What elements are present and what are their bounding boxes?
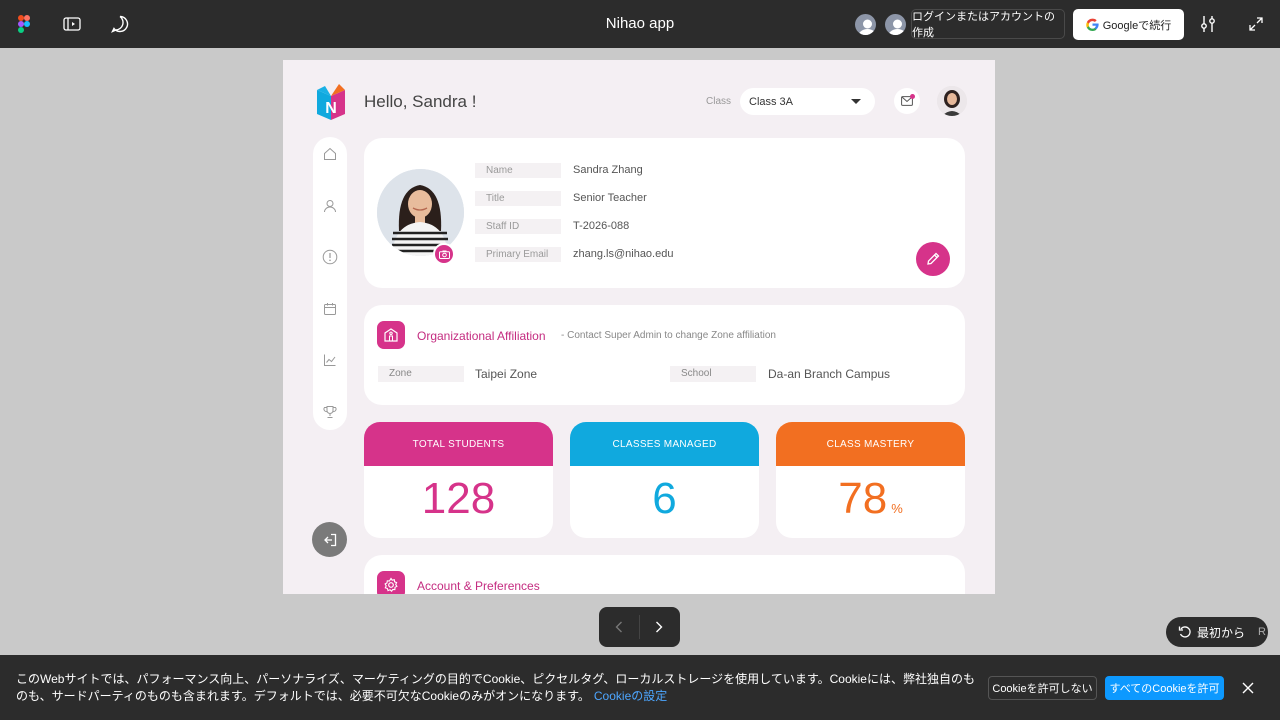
cookie-banner: このWebサイトでは、パフォーマンス向上、パーソナライズ、マーケティングの目的で… [0,655,1280,720]
stat-value-row: 128 [364,474,553,524]
logout-icon [323,533,336,546]
camera-icon [438,250,450,259]
stat-card-total-students: TOTAL STUDENTS 128 [364,422,553,538]
cookie-settings-link[interactable]: Cookieの設定 [594,689,667,703]
google-continue-button[interactable]: Googleで続行 [1073,9,1184,40]
divider [639,615,640,639]
title-label: Title [475,191,561,206]
svg-text:N: N [325,100,337,117]
deny-cookies-button[interactable]: Cookieを許可しない [988,676,1097,700]
change-photo-button[interactable] [433,243,455,265]
account-preferences-card[interactable]: Account & Preferences [364,555,965,594]
gear-icon [377,571,405,594]
restart-icon [1178,626,1191,638]
org-note: - Contact Super Admin to change Zone aff… [561,330,776,341]
settings-sliders-icon[interactable] [1196,12,1220,36]
pencil-icon [927,252,940,265]
stat-value: 78 [838,474,888,523]
zone-label: Zone [378,366,464,382]
stat-value: 6 [652,474,677,523]
avatar[interactable] [883,12,908,37]
login-button[interactable]: ログインまたはアカウントの作成 [911,9,1065,39]
avatar[interactable] [853,12,878,37]
prototype-pager [599,607,680,647]
stat-unit: % [891,501,903,516]
stat-label: CLASS MASTERY [776,422,965,466]
org-affiliation-card: Organizational Affiliation - Contact Sup… [364,305,965,405]
stat-label: CLASSES MANAGED [570,422,759,466]
name-value: Sandra Zhang [573,164,643,176]
chevron-left-icon [615,621,622,633]
figma-logo-icon[interactable] [12,12,36,36]
zone-value: Taipei Zone [475,367,538,381]
allow-cookies-button[interactable]: すべてのCookieを許可 [1105,676,1224,700]
caret-down-icon [851,99,861,104]
building-icon [377,321,405,349]
logout-button[interactable] [312,522,347,557]
next-slide-button[interactable] [639,607,679,647]
user-icon[interactable] [322,198,338,214]
school-value: Da-an Branch Campus [768,367,891,381]
staff-id-value: T-2026-088 [573,220,630,232]
expand-icon[interactable] [1244,12,1268,36]
edit-profile-button[interactable] [916,242,950,276]
school-label: School [670,366,756,382]
top-bar: Nihao app ログインまたはアカウントの作成 Googleで続行 [0,0,1280,48]
nihao-logo-icon: N [315,82,347,120]
profile-card: Name Sandra Zhang Title Senior Teacher S… [364,138,965,288]
google-icon [1086,18,1099,31]
profile-photo [377,169,464,256]
stat-value-row: 78% [776,474,965,524]
prev-slide-button[interactable] [599,607,639,647]
avatar[interactable] [937,86,967,116]
stat-value-row: 6 [570,474,759,524]
org-title: Organizational Affiliation [417,329,546,343]
restart-shortcut: R [1258,626,1266,638]
google-continue-label: Googleで続行 [1102,19,1172,32]
account-title: Account & Preferences [417,579,540,593]
restart-label: 最初から [1197,625,1246,640]
class-select-value: Class 3A [749,95,794,108]
name-label: Name [475,163,561,178]
alert-icon[interactable] [322,249,338,265]
cookie-message: このWebサイトでは、パフォーマンス向上、パーソナライズ、マーケティングの目的で… [16,672,975,703]
mail-button[interactable] [894,88,920,114]
stat-value: 128 [421,474,496,523]
stat-card-classes-managed: CLASSES MANAGED 6 [570,422,759,538]
stat-label: TOTAL STUDENTS [364,422,553,466]
title-value: Senior Teacher [573,192,647,204]
restart-button[interactable]: 最初から R [1166,617,1268,647]
presentation-icon[interactable] [60,12,84,36]
staff-id-label: Staff ID [475,219,561,234]
trophy-icon[interactable] [322,404,338,420]
stat-card-class-mastery: CLASS MASTERY 78% [776,422,965,538]
close-icon[interactable] [1239,679,1257,697]
cookie-text: このWebサイトでは、パフォーマンス向上、パーソナライズ、マーケティングの目的で… [16,671,976,705]
chart-icon[interactable] [322,352,338,368]
app-frame: N Hello, Sandra ! Class Class 3A Name Sa… [283,60,995,594]
class-label: Class [706,96,732,107]
greeting: Hello, Sandra ! [364,92,477,111]
notification-dot [910,94,915,99]
class-select[interactable]: Class 3A [740,88,875,115]
chevron-right-icon [656,621,663,633]
email-value: zhang.ls@nihao.edu [573,248,674,260]
calendar-icon[interactable] [322,301,338,317]
home-icon[interactable] [322,146,338,162]
comment-icon[interactable] [108,12,132,36]
side-nav [313,137,347,430]
email-label: Primary Email [475,247,561,262]
